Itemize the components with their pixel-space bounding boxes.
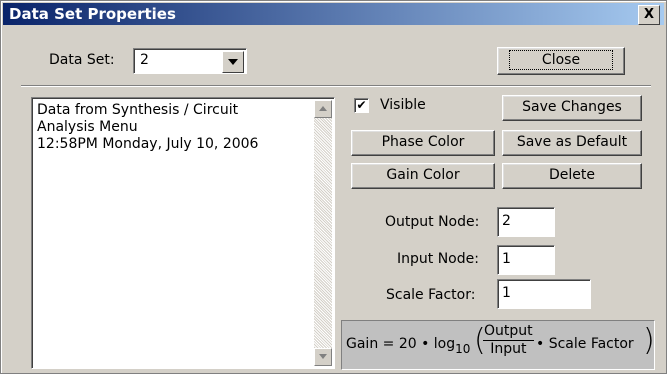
save-as-default-button[interactable]: Save as Default: [502, 130, 642, 156]
description-text: Data from Synthesis / Circuit Analysis M…: [37, 102, 259, 152]
scroll-up-icon[interactable]: [314, 100, 332, 118]
divider: [21, 85, 651, 87]
formula-gain-text: Gain = 20 • log: [346, 336, 456, 352]
formula-denominator: Input: [490, 341, 527, 357]
visible-checkbox[interactable]: ✔: [354, 98, 369, 113]
formula-subscript: 10: [455, 342, 471, 356]
close-button[interactable]: Close: [497, 47, 625, 75]
gain-color-button[interactable]: Gain Color: [351, 163, 495, 189]
chevron-down-icon[interactable]: [222, 51, 244, 73]
input-node-field[interactable]: 1: [497, 245, 555, 275]
scale-factor-value: 1: [502, 285, 511, 301]
input-node-label: Input Node:: [397, 251, 479, 267]
formula-fraction: Output Input: [483, 323, 534, 358]
scroll-down-icon[interactable]: [314, 348, 332, 366]
scale-factor-label: Scale Factor:: [386, 287, 476, 303]
input-node-value: 1: [502, 251, 511, 267]
scale-factor-field[interactable]: 1: [497, 279, 591, 309]
formula-suffix: • Scale Factor: [536, 336, 634, 352]
dialog-window: Data Set Properties X Data Set: 2 Close …: [0, 0, 667, 374]
formula-prefix: Gain = 20 • log10: [346, 336, 470, 356]
output-node-label: Output Node:: [385, 214, 480, 230]
close-button-label: Close: [508, 50, 614, 70]
visible-label: Visible: [380, 97, 426, 113]
window-title: Data Set Properties: [9, 5, 176, 23]
title-bar[interactable]: Data Set Properties X: [3, 3, 664, 25]
close-icon[interactable]: X: [638, 5, 660, 25]
save-changes-button[interactable]: Save Changes: [502, 95, 642, 121]
delete-button[interactable]: Delete: [502, 163, 642, 189]
output-node-value: 2: [502, 213, 511, 229]
description-textarea[interactable]: Data from Synthesis / Circuit Analysis M…: [31, 97, 335, 369]
formula-numerator: Output: [483, 323, 534, 341]
vertical-scrollbar[interactable]: [314, 100, 332, 366]
formula-close-paren: ): [643, 323, 655, 358]
data-set-dropdown[interactable]: 2: [133, 48, 247, 74]
output-node-field[interactable]: 2: [497, 207, 555, 237]
data-set-label: Data Set:: [49, 52, 115, 68]
gain-formula: Gain = 20 • log10 ( Output Input • Scale…: [341, 320, 655, 370]
phase-color-button[interactable]: Phase Color: [351, 130, 495, 156]
data-set-value: 2: [140, 52, 149, 68]
